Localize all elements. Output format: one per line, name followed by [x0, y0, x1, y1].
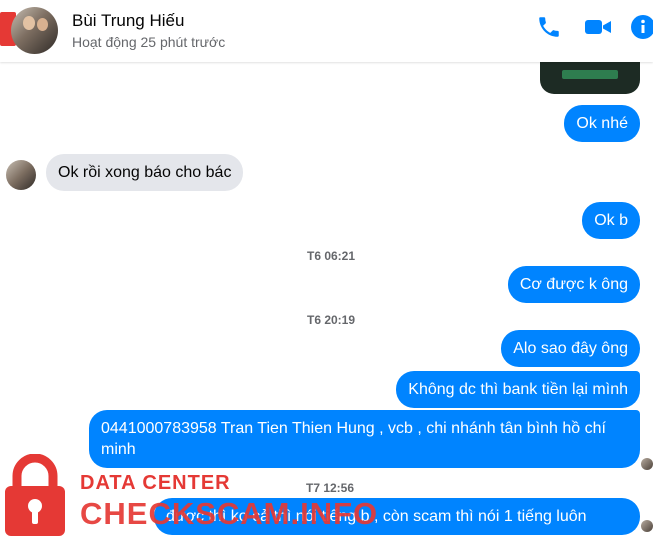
watermark-title: DATA CENTER [80, 472, 231, 494]
message-list: Ok nhé Ok rồi xong báo cho bác Ok b T6 0… [0, 62, 653, 541]
timestamp: T7 12:56 [305, 481, 355, 495]
padlock-icon [5, 454, 65, 536]
message-line: minh [101, 441, 136, 458]
avatar[interactable] [11, 7, 58, 54]
active-status: Hoạt động 25 phút trước [72, 34, 226, 50]
avatar-face [37, 18, 48, 31]
message-line: 0441000783958 Tran Tien Thien Hung , vcb… [101, 420, 606, 437]
outgoing-message[interactable]: Alo sao đây ông [501, 330, 640, 367]
outgoing-message[interactable]: Ok nhé [564, 105, 640, 142]
phone-icon[interactable] [536, 14, 562, 40]
outgoing-message[interactable]: Không dc thì bank tiền lại mình [396, 371, 640, 408]
outgoing-message[interactable]: Ok b [582, 202, 640, 239]
seen-avatar [641, 520, 653, 532]
avatar-face [23, 16, 35, 30]
outgoing-message[interactable]: 0441000783958 Tran Tien Thien Hung , vcb… [89, 410, 640, 468]
image-attachment[interactable] [540, 62, 640, 94]
contact-name[interactable]: Bùi Trung Hiếu [72, 11, 184, 31]
incoming-message[interactable]: Ok rồi xong báo cho bác [46, 154, 244, 191]
timestamp: T6 06:21 [306, 249, 356, 263]
avatar[interactable] [6, 160, 36, 190]
watermark-site: CHECKSCAM.INFO [80, 496, 379, 531]
timestamp: T6 20:19 [306, 313, 356, 327]
video-icon[interactable] [584, 14, 612, 40]
conversation-header: Bùi Trung Hiếu Hoạt động 25 phút trước [0, 0, 653, 62]
outgoing-message[interactable]: Cơ được k ông [507, 266, 640, 303]
image-attachment-content [562, 70, 618, 79]
seen-avatar [641, 458, 653, 470]
info-icon[interactable] [630, 14, 653, 40]
